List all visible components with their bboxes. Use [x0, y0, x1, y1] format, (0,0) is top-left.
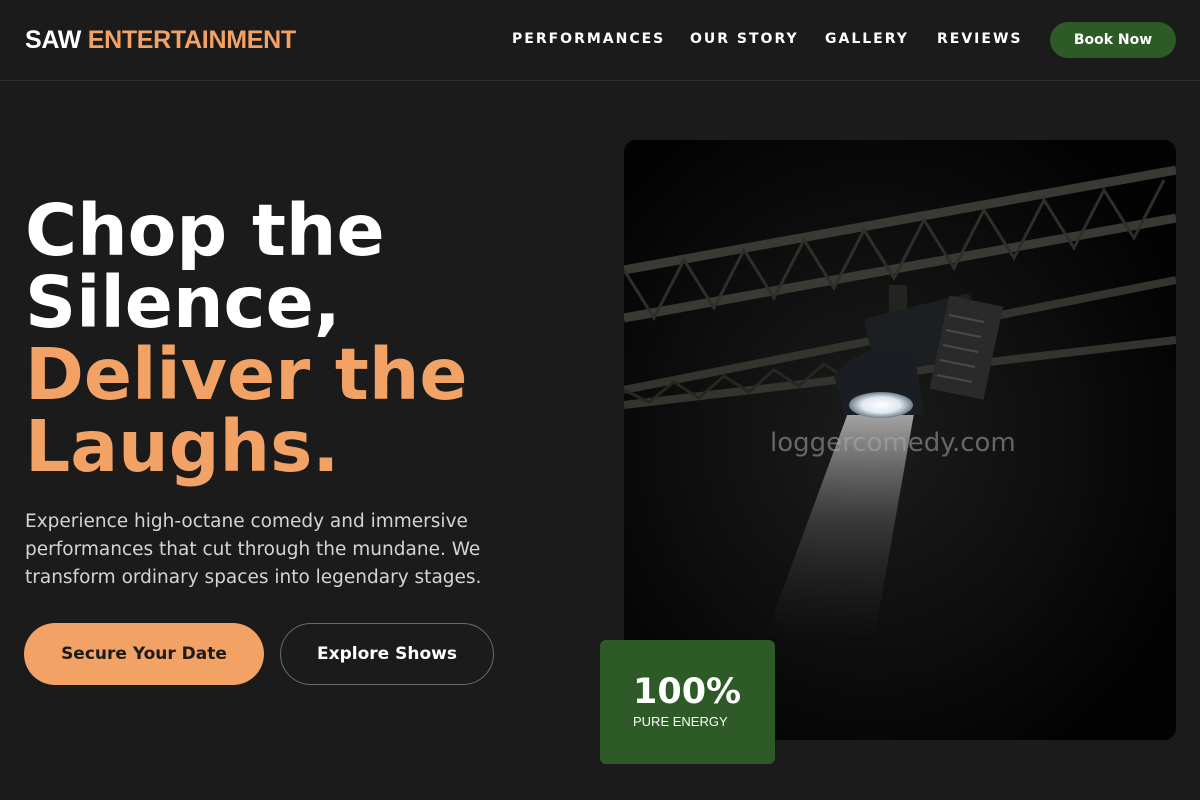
book-now-button[interactable]: Book Now — [1050, 22, 1176, 58]
nav-link-performances[interactable]: PERFORMANCES — [512, 31, 665, 47]
image-watermark: loggercomedy.com — [770, 428, 1016, 458]
nav-link-reviews[interactable]: REVIEWS — [937, 31, 1022, 47]
brand-logo[interactable]: SAW ENTERTAINMENT — [25, 25, 296, 55]
secure-date-button[interactable]: Secure Your Date — [24, 623, 264, 685]
nav-link-our-story[interactable]: OUR STORY — [690, 31, 799, 47]
headline-line-2: Silence, — [25, 261, 341, 344]
hero-headline: Chop the Silence, Deliver the Laughs. — [25, 195, 585, 483]
brand-name-primary: SAW — [25, 26, 82, 54]
brand-name-accent: ENTERTAINMENT — [87, 26, 296, 54]
energy-stat-card: 100% PURE ENERGY — [600, 640, 775, 764]
headline-line-3: Deliver the — [25, 333, 468, 416]
hero-subtitle: Experience high-octane comedy and immers… — [25, 511, 482, 588]
site-header: SAW ENTERTAINMENT PERFORMANCES OUR STORY… — [0, 0, 1200, 81]
nav-link-gallery[interactable]: GALLERY — [825, 31, 909, 47]
headline-line-1: Chop the — [25, 189, 385, 272]
stat-value: 100% — [633, 672, 742, 712]
stat-label: PURE ENERGY — [633, 714, 728, 729]
explore-shows-button[interactable]: Explore Shows — [280, 623, 494, 685]
headline-line-4: Laughs. — [25, 405, 340, 488]
